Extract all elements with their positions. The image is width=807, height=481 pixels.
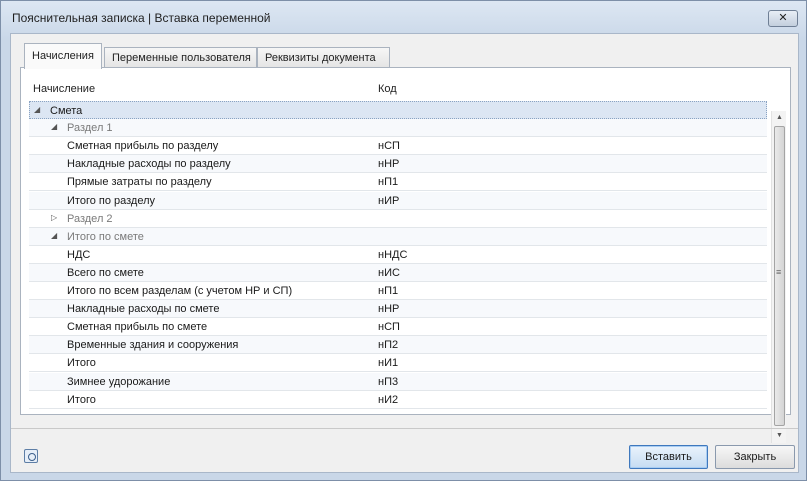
row-label: Сметная прибыль по смете [67, 321, 208, 334]
row-label: Итого [67, 357, 96, 370]
close-window-button[interactable]: ✕ [768, 10, 798, 27]
row-label: Накладные расходы по смете [67, 303, 220, 316]
preview-icon[interactable] [24, 449, 38, 463]
tab-label: Начисления [32, 50, 94, 62]
title-bar[interactable]: Пояснительная записка | Вставка переменн… [1, 1, 806, 33]
row-label: Итого по разделу [67, 194, 156, 207]
window-title: Пояснительная записка | Вставка переменн… [12, 11, 271, 25]
row-code: нНР [378, 158, 400, 171]
row-code: нП2 [378, 339, 399, 352]
tree-item-row[interactable]: Временные здания и сооружения нП2 [29, 336, 767, 355]
close-icon: ✕ [778, 12, 788, 24]
accruals-tree-grid[interactable]: Начисление Код ◢ Смета ◢ Раздел 1 Сметная пр… [29, 78, 767, 412]
row-code: нИ2 [378, 393, 399, 406]
expanded-arrow-icon[interactable]: ◢ [34, 105, 44, 114]
row-label: Итого по смете [67, 230, 144, 243]
tree-item-row[interactable]: Итого нИ2 [29, 391, 767, 409]
row-label: Накладные расходы по разделу [67, 158, 231, 171]
row-code: нСП [378, 321, 400, 334]
scrollbar-thumb[interactable]: ≡ [774, 126, 785, 426]
column-header-code[interactable]: Код [378, 83, 397, 95]
insert-button[interactable]: Вставить [629, 445, 708, 469]
column-header-accrual[interactable]: Начисление [33, 83, 95, 95]
tree-group-row[interactable]: ◢ Смета [29, 101, 767, 119]
grid-header: Начисление Код [29, 78, 767, 100]
vertical-scrollbar[interactable]: ▲ ≡ ▼ [771, 111, 786, 443]
row-code: нП1 [378, 285, 399, 297]
footer-separator [11, 428, 798, 429]
grip-icon: ≡ [776, 267, 782, 277]
tab-accruals[interactable]: Начисления [24, 43, 102, 69]
row-code: нИ1 [378, 357, 399, 370]
collapsed-arrow-icon[interactable]: ▷ [51, 213, 61, 222]
tree-item-row[interactable]: Сметная прибыль по разделу нСП [29, 137, 767, 156]
row-label: Сметная прибыль по разделу [67, 140, 219, 153]
row-label: Смета [50, 105, 83, 117]
row-code: нНДС [378, 248, 408, 261]
row-code: нСП [378, 140, 400, 153]
tree-group-row[interactable]: ◢ Итого по смете [29, 227, 767, 246]
tree-item-row[interactable]: Итого по всем разделам (с учетом НР и СП… [29, 282, 767, 300]
tree-item-row[interactable]: Сметная прибыль по смете нСП [29, 318, 767, 337]
tree-item-row[interactable]: Всего по смете нИС [29, 263, 767, 282]
tree-item-row[interactable]: Итого нИ1 [29, 354, 767, 373]
tab-label: Переменные пользователя [112, 52, 251, 64]
expanded-arrow-icon[interactable]: ◢ [51, 231, 61, 240]
tree-item-row[interactable]: Прямые затраты по разделу нП1 [29, 173, 767, 192]
close-button[interactable]: Закрыть [715, 445, 795, 469]
row-label: Итого по всем разделам (с учетом НР и СП… [67, 285, 293, 297]
tree-group-row[interactable]: ◢ Раздел 1 [29, 119, 767, 138]
row-code: нП1 [378, 176, 399, 189]
row-code: нНР [378, 303, 400, 316]
tab-document-details[interactable]: Реквизиты документа [257, 47, 390, 69]
tab-label: Реквизиты документа [265, 52, 376, 64]
tree-group-row[interactable]: ▷ Раздел 2 [29, 210, 767, 228]
row-label: Временные здания и сооружения [67, 339, 239, 352]
row-label: Раздел 2 [67, 212, 113, 225]
row-label: Всего по смете [67, 266, 144, 279]
scroll-up-icon[interactable]: ▲ [772, 111, 787, 125]
row-label: Итого [67, 393, 96, 406]
row-code: нИР [378, 194, 400, 207]
dialog-window: Пояснительная записка | Вставка переменн… [0, 0, 807, 481]
tree-item-row[interactable]: Итого по разделу нИР [29, 191, 767, 210]
expanded-arrow-icon[interactable]: ◢ [51, 122, 61, 131]
row-code: нП3 [378, 375, 399, 388]
tree-item-row[interactable]: НДС нНДС [29, 246, 767, 264]
tree-item-row[interactable]: Накладные расходы по смете нНР [29, 300, 767, 319]
row-code: нИС [378, 266, 400, 279]
row-label: Зимнее удорожание [67, 375, 171, 388]
tree-item-row[interactable]: Накладные расходы по разделу нНР [29, 155, 767, 174]
row-label: НДС [67, 248, 91, 261]
tab-panel: Начисление Код ◢ Смета ◢ Раздел 1 Сметная пр… [20, 67, 791, 443]
dialog-client: Начисления Переменные пользователя Рекви… [10, 33, 799, 473]
tab-user-variables[interactable]: Переменные пользователя [104, 47, 257, 69]
scroll-down-icon[interactable]: ▼ [772, 429, 787, 443]
tree-item-row[interactable]: Зимнее удорожание нП3 [29, 372, 767, 391]
row-label: Прямые затраты по разделу [67, 176, 212, 189]
row-label: Раздел 1 [67, 122, 113, 135]
